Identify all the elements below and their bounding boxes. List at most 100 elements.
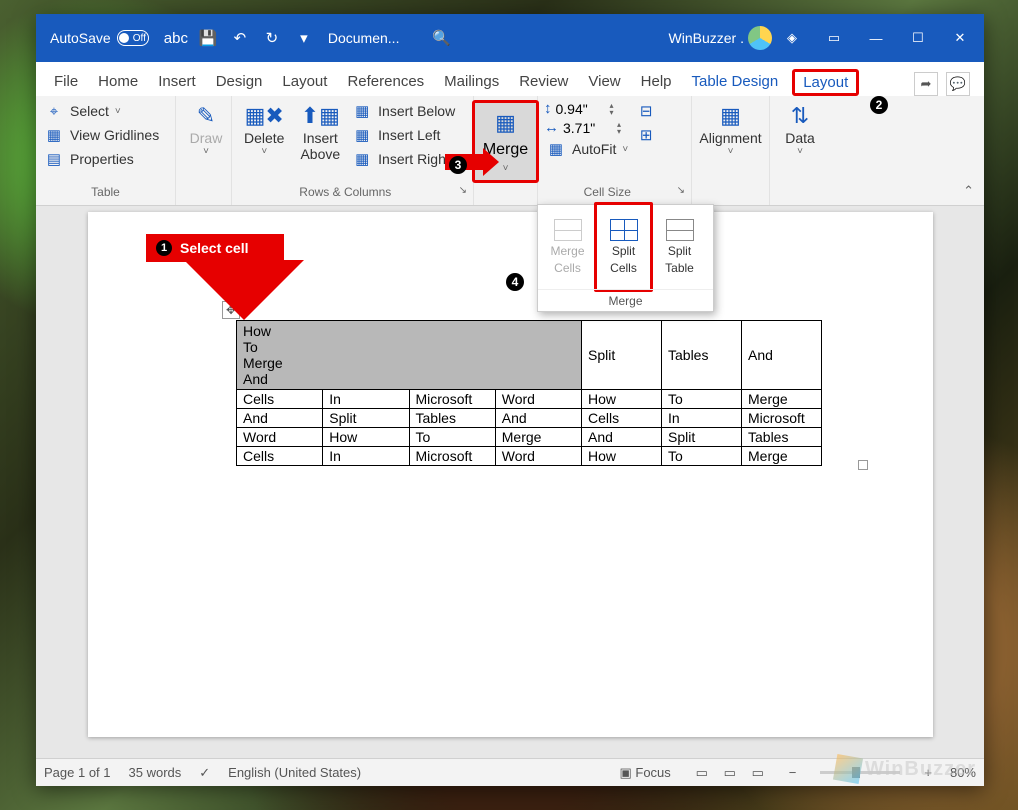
- close-button[interactable]: ✕: [940, 24, 980, 52]
- winbuzzer-logo-icon: [833, 754, 863, 784]
- quick-access-toolbar: abc 💾 ↶ ↻ ▾: [162, 24, 318, 52]
- collapse-ribbon-button[interactable]: ⌃: [963, 183, 974, 199]
- insert-above-icon: ⬆▦: [305, 102, 335, 130]
- dialog-launcher-icon[interactable]: ↘: [677, 185, 685, 196]
- tab-view[interactable]: View: [578, 67, 630, 96]
- insert-below-button[interactable]: ▦Insert Below: [350, 100, 457, 122]
- distribute-rows-button[interactable]: ⊟: [634, 100, 658, 122]
- table-row: WordHowToMergeAndSplitTables: [237, 428, 822, 447]
- tab-design[interactable]: Design: [206, 67, 273, 96]
- tab-table-design[interactable]: Table Design: [682, 67, 789, 96]
- insert-left-button[interactable]: ▦Insert Left: [350, 124, 457, 146]
- merged-cell[interactable]: How To Merge And: [237, 321, 582, 390]
- row-height-input[interactable]: ↕0.94"▴▾: [544, 100, 630, 117]
- annotation-badge-3: 3: [449, 156, 467, 174]
- print-layout-button[interactable]: ▭: [717, 763, 743, 783]
- ribbon-display-icon[interactable]: ▭: [814, 24, 854, 52]
- tab-mailings[interactable]: Mailings: [434, 67, 509, 96]
- table-group-label: Table: [42, 185, 169, 205]
- ribbon: ⌖Select˅ ▦View Gridlines ▤Properties Tab…: [36, 96, 984, 206]
- split-cells-item[interactable]: SplitCells: [594, 202, 653, 292]
- insert-below-icon: ▦: [352, 102, 372, 120]
- table-resize-handle[interactable]: [858, 460, 868, 470]
- language-indicator[interactable]: English (United States): [228, 765, 361, 780]
- watermark: WinBuzzer: [835, 756, 976, 782]
- view-gridlines-button[interactable]: ▦View Gridlines: [42, 124, 161, 146]
- undo-button[interactable]: ↶: [226, 24, 254, 52]
- distribute-rows-icon: ⊟: [636, 102, 656, 120]
- search-button[interactable]: 🔍: [427, 24, 455, 52]
- autofit-button[interactable]: ▦AutoFit˅: [544, 138, 630, 160]
- focus-mode-button[interactable]: ▣ Focus: [619, 765, 670, 781]
- tab-file[interactable]: File: [44, 67, 88, 96]
- autosave-label: AutoSave: [50, 30, 111, 46]
- word-window: AutoSave Off abc 💾 ↶ ↻ ▾ Documen... 🔍 Wi…: [36, 14, 984, 786]
- insert-above-button[interactable]: ⬆▦InsertAbove: [294, 98, 346, 166]
- tab-home[interactable]: Home: [88, 67, 148, 96]
- split-table-item[interactable]: SplitTable: [650, 205, 709, 289]
- annotation-badge-4: 4: [506, 273, 524, 291]
- page-indicator[interactable]: Page 1 of 1: [44, 765, 111, 780]
- annotation-badge-2: 2: [870, 96, 888, 114]
- tab-table-layout[interactable]: Layout: [792, 69, 859, 96]
- dialog-launcher-icon[interactable]: ↘: [459, 185, 467, 196]
- comments-button[interactable]: 💬: [946, 72, 970, 96]
- rows-cols-group-label: Rows & Columns: [299, 185, 391, 199]
- insert-left-icon: ▦: [352, 126, 372, 144]
- autofit-icon: ▦: [546, 140, 566, 158]
- delete-button[interactable]: ▦✖Delete˅: [238, 98, 290, 161]
- table-row: CellsInMicrosoftWordHowToMerge: [237, 447, 822, 466]
- draw-button: ✎Draw˅: [182, 98, 230, 161]
- gridlines-icon: ▦: [44, 126, 64, 144]
- alignment-button[interactable]: ▦Alignment˅: [698, 98, 763, 161]
- pencil-icon: ✎: [191, 102, 221, 130]
- word-count[interactable]: 35 words: [129, 765, 182, 780]
- properties-button[interactable]: ▤Properties: [42, 148, 161, 170]
- save-button[interactable]: 💾: [194, 24, 222, 52]
- minimize-button[interactable]: —: [856, 24, 896, 52]
- data-button[interactable]: ⇅Data˅: [776, 98, 824, 161]
- annotation-select-cell: 1 Select cell: [146, 234, 284, 262]
- insert-right-button[interactable]: ▦Insert Right: [350, 148, 457, 170]
- select-button[interactable]: ⌖Select˅: [42, 100, 161, 122]
- autosave-toggle[interactable]: AutoSave Off: [40, 30, 156, 46]
- qat-customize[interactable]: ▾: [290, 24, 318, 52]
- tab-help[interactable]: Help: [631, 67, 682, 96]
- alignment-icon: ▦: [716, 102, 746, 130]
- share-button[interactable]: ➦: [914, 72, 938, 96]
- maximize-button[interactable]: ☐: [898, 24, 938, 52]
- tab-insert[interactable]: Insert: [148, 67, 206, 96]
- strikethrough-button[interactable]: abc: [162, 24, 190, 52]
- spellcheck-icon[interactable]: ✓: [199, 765, 210, 781]
- redo-button[interactable]: ↻: [258, 24, 286, 52]
- properties-icon: ▤: [44, 150, 64, 168]
- try-premium-icon[interactable]: ◈: [772, 24, 812, 52]
- merge-icon: ▦: [491, 109, 521, 137]
- tab-layout[interactable]: Layout: [272, 67, 337, 96]
- page: 1 Select cell ✥ How To Merge And Split T…: [88, 212, 933, 737]
- merge-cells-item: MergeCells: [538, 205, 597, 289]
- user-avatar[interactable]: [748, 26, 772, 50]
- tab-review[interactable]: Review: [509, 67, 578, 96]
- data-icon: ⇅: [785, 102, 815, 130]
- titlebar: AutoSave Off abc 💾 ↶ ↻ ▾ Documen... 🔍 Wi…: [36, 14, 984, 62]
- document-table[interactable]: How To Merge And Split Tables And CellsI…: [236, 320, 822, 466]
- distribute-cols-button[interactable]: ⊞: [634, 124, 658, 146]
- cellsize-group-label: Cell Size: [584, 185, 631, 199]
- delete-table-icon: ▦✖: [249, 102, 279, 130]
- web-layout-button[interactable]: ▭: [745, 763, 771, 783]
- tab-references[interactable]: References: [337, 67, 434, 96]
- zoom-out-button[interactable]: −: [789, 765, 797, 780]
- annotation-tail: [184, 260, 304, 320]
- document-title[interactable]: Documen...: [328, 30, 400, 46]
- cursor-icon: ⌖: [44, 102, 64, 120]
- distribute-cols-icon: ⊞: [636, 126, 656, 144]
- merge-dropdown-button[interactable]: ▦ Merge ˅: [472, 100, 539, 183]
- height-icon: ↕: [544, 100, 552, 117]
- column-width-input[interactable]: ↔3.71"▴▾: [544, 119, 630, 136]
- insert-right-icon: ▦: [352, 150, 372, 168]
- read-mode-button[interactable]: ▭: [689, 763, 715, 783]
- autosave-state: Off: [133, 33, 146, 44]
- account-name[interactable]: WinBuzzer .: [669, 30, 744, 46]
- merge-dropdown-label: Merge: [538, 289, 713, 311]
